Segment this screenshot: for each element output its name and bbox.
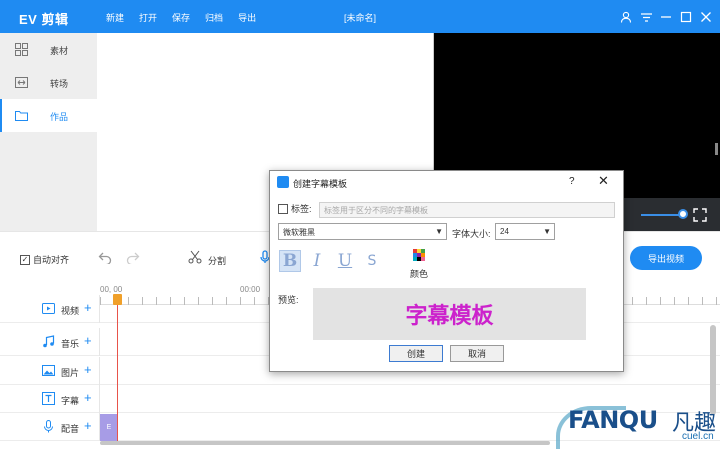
- tag-label: 标签:: [291, 204, 312, 214]
- ruler-time-label: 00, 00: [100, 285, 123, 294]
- font-family-value: 微软雅黑: [283, 228, 315, 237]
- bold-button[interactable]: B: [279, 250, 301, 272]
- sidebar-item-label: 转场: [50, 79, 69, 89]
- undo-icon[interactable]: [98, 250, 112, 264]
- redo-icon[interactable]: [126, 250, 140, 264]
- track-label: 图片: [61, 368, 80, 378]
- preview-scroll-marker[interactable]: [715, 143, 718, 155]
- color-label[interactable]: 颜色: [410, 267, 428, 280]
- watermark-url: cuel.cn: [682, 431, 714, 442]
- transition-icon: [15, 77, 28, 88]
- volume-slider[interactable]: [641, 214, 683, 216]
- track-header: 音乐 +: [0, 328, 100, 356]
- checkbox-checked-icon: ✓: [20, 254, 30, 265]
- auto-align-label: 自动对齐: [33, 255, 70, 265]
- chevron-down-icon: ▼: [543, 227, 551, 236]
- strikethrough-button[interactable]: S: [361, 250, 383, 272]
- track-label: 字幕: [61, 396, 80, 406]
- music-icon: [43, 335, 55, 348]
- window-controls: [616, 8, 716, 26]
- folder-icon: [15, 111, 28, 121]
- dropdown-icon[interactable]: [636, 8, 656, 26]
- add-music-button[interactable]: +: [84, 333, 92, 348]
- scissors-icon[interactable]: [188, 250, 202, 264]
- track-label: 配音: [61, 424, 80, 434]
- video-icon: [42, 303, 55, 314]
- add-image-button[interactable]: +: [84, 362, 92, 377]
- menu-new[interactable]: 新建: [106, 11, 124, 24]
- menu-archive[interactable]: 归档: [205, 11, 223, 24]
- app-logo-icon: [277, 176, 289, 188]
- sidebar: 素材 转场 作品: [0, 33, 97, 231]
- menu-export[interactable]: 导出: [238, 11, 256, 24]
- track-header: 字幕 +: [0, 385, 100, 413]
- italic-button[interactable]: I: [306, 250, 328, 272]
- maximize-icon[interactable]: [676, 8, 696, 26]
- track-header: 图片 +: [0, 357, 100, 385]
- subtitle-preview: 字幕模板: [313, 288, 586, 340]
- sidebar-item-media[interactable]: 素材: [0, 33, 97, 66]
- main-menu: 新建 打开 保存 归档 导出: [106, 11, 271, 24]
- split-button[interactable]: 分割: [208, 254, 226, 267]
- create-subtitle-template-dialog: 创建字幕模板 ? ✕ 标签: 标签用于区分不同的字幕模板 微软雅黑 ▼ 字体大小…: [269, 170, 624, 372]
- preview-text: 字幕模板: [405, 304, 494, 329]
- create-button[interactable]: 创建: [389, 345, 443, 362]
- image-icon: [42, 365, 55, 376]
- horizontal-scrollbar[interactable]: [100, 441, 550, 445]
- auto-align-checkbox[interactable]: ✓ 自动对齐: [20, 253, 69, 266]
- fullscreen-icon[interactable]: [693, 208, 707, 222]
- track-header: 视频 +: [0, 295, 100, 323]
- watermark-brand: FANQU: [568, 406, 658, 434]
- underline-button[interactable]: U: [334, 250, 356, 272]
- user-icon[interactable]: [616, 8, 636, 26]
- sidebar-item-works[interactable]: 作品: [0, 99, 97, 132]
- app-title: EV 剪辑: [19, 12, 69, 27]
- sidebar-item-label: 作品: [50, 112, 69, 122]
- color-palette-icon[interactable]: [413, 249, 425, 261]
- help-button[interactable]: ?: [569, 176, 575, 187]
- playhead-handle[interactable]: [113, 294, 122, 305]
- font-size-select[interactable]: 24 ▼: [495, 223, 555, 240]
- cancel-button[interactable]: 取消: [450, 345, 504, 362]
- ruler-time-label: 00:00: [240, 285, 261, 294]
- add-subtitle-button[interactable]: +: [84, 390, 92, 405]
- playhead-line: [117, 294, 118, 442]
- export-video-button[interactable]: 导出视频: [630, 246, 702, 270]
- menu-save[interactable]: 保存: [172, 11, 190, 24]
- font-size-label: 字体大小:: [452, 229, 491, 239]
- minimize-icon[interactable]: [656, 8, 676, 26]
- chevron-down-icon: ▼: [435, 227, 443, 236]
- dialog-title: 创建字幕模板: [293, 179, 348, 189]
- sidebar-item-transition[interactable]: 转场: [0, 66, 97, 99]
- add-video-button[interactable]: +: [84, 300, 92, 315]
- close-icon[interactable]: [696, 8, 716, 26]
- watermark: FANQU 凡趣 cuel.cn: [556, 398, 720, 449]
- title-bar: EV 剪辑 新建 打开 保存 归档 导出 [未命名]: [0, 0, 720, 33]
- dialog-title-bar: 创建字幕模板 ? ✕: [270, 171, 623, 193]
- track-label: 视频: [61, 306, 80, 316]
- voiceover-clip[interactable]: E: [100, 414, 118, 441]
- add-voiceover-button[interactable]: +: [84, 418, 92, 433]
- font-family-select[interactable]: 微软雅黑 ▼: [278, 223, 447, 240]
- track-header: 配音 +: [0, 413, 100, 441]
- menu-open[interactable]: 打开: [139, 11, 157, 24]
- tag-input[interactable]: 标签用于区分不同的字幕模板: [319, 202, 615, 218]
- checkbox-unchecked-icon: [278, 203, 288, 214]
- track-label: 音乐: [61, 339, 80, 349]
- preview-label: 预览:: [278, 295, 299, 305]
- font-size-value: 24: [500, 227, 509, 236]
- volume-knob[interactable]: [678, 209, 688, 219]
- dialog-close-button[interactable]: ✕: [598, 174, 609, 188]
- media-icon: [15, 43, 28, 56]
- sidebar-item-label: 素材: [50, 46, 69, 56]
- tag-checkbox[interactable]: 标签:: [278, 202, 312, 215]
- text-icon: [42, 392, 55, 405]
- microphone-icon: [44, 420, 53, 433]
